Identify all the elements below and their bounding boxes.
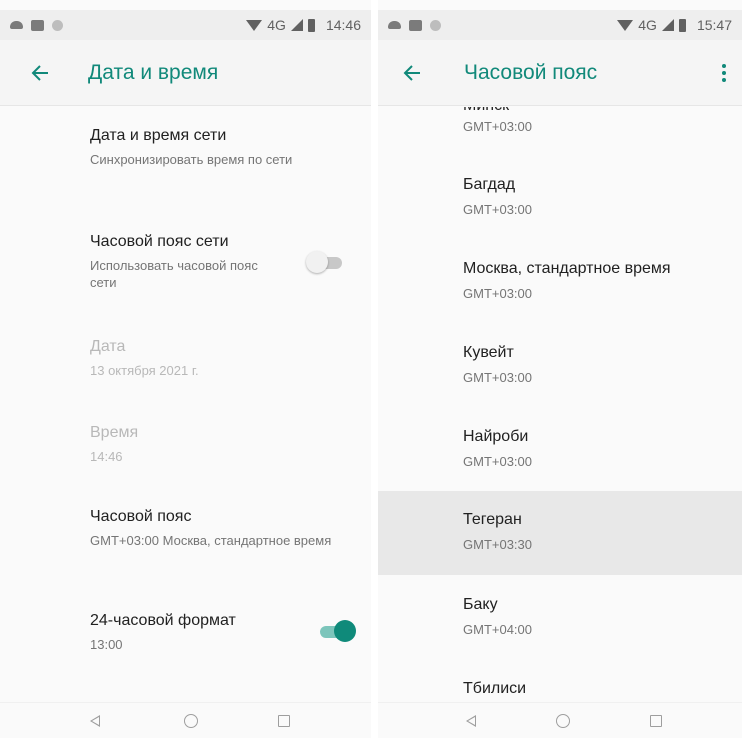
setting-date: Дата 13 октября 2021 г. [90, 338, 351, 379]
image-icon [31, 19, 44, 31]
signal-icon [661, 19, 674, 31]
network-timezone-switch[interactable] [306, 250, 346, 274]
battery-icon [307, 18, 315, 32]
arrow-left-icon [403, 64, 420, 81]
timezone-name: Баку [463, 596, 498, 613]
app-bar: Часовой пояс [378, 40, 742, 106]
timezone-offset: GMT+03:00 [463, 202, 533, 217]
nav-back-icon [466, 715, 476, 727]
image-icon [409, 19, 422, 31]
nav-recents-icon [278, 715, 290, 727]
setting-timezone[interactable]: Часовой пояс GMT+03:00 Москва, стандартн… [90, 508, 351, 549]
setting-title: Время [90, 424, 139, 441]
settings-list: Дата и время сети Синхронизировать время… [0, 107, 371, 702]
setting-summary: Использовать часовой пояс сети [90, 258, 258, 290]
people-icon [388, 21, 401, 29]
navigation-bar [378, 702, 742, 738]
timezone-name: Багдад [463, 176, 516, 193]
people-icon [10, 21, 23, 29]
switch-thumb [334, 620, 356, 642]
sync-icon [52, 19, 63, 31]
page-title: Дата и время [88, 60, 219, 84]
timezone-screen: 4G 15:47 Часовой пояс Минск GMT+03:00 Ба… [378, 0, 742, 738]
timezone-offset: GMT+03:00 [463, 286, 533, 301]
nav-back-button[interactable] [90, 711, 110, 731]
navigation-bar [0, 702, 371, 738]
setting-title: 24-часовой формат [90, 612, 236, 629]
battery-icon [678, 18, 686, 32]
status-bar: 4G 14:46 [0, 10, 371, 40]
arrow-left-icon [31, 64, 48, 81]
wifi-icon [617, 19, 634, 31]
setting-summary: 13:00 [90, 637, 123, 652]
timezone-list: Минск GMT+03:00 Багдад GMT+03:00 Москва,… [378, 107, 742, 702]
setting-summary: Синхронизировать время по сети [90, 152, 293, 167]
setting-title: Дата [90, 338, 126, 355]
timezone-offset: GMT+03:30 [463, 537, 533, 552]
nav-recents-button[interactable] [278, 711, 298, 731]
setting-24-hour-format[interactable]: 24-часовой формат 13:00 [90, 612, 351, 653]
timezone-name: Кувейт [463, 344, 514, 361]
timezone-item[interactable]: Москва, стандартное время GMT+03:00 [378, 249, 742, 333]
status-time: 15:47 [696, 17, 732, 33]
setting-summary: GMT+03:00 Москва, стандартное время [90, 533, 332, 548]
setting-title: Часовой пояс [90, 508, 192, 525]
nav-home-icon [556, 714, 570, 728]
nav-back-icon [90, 715, 100, 727]
setting-summary: 13 октября 2021 г. [90, 363, 199, 378]
timezone-name: Минск [463, 107, 509, 115]
timezone-name: Тегеран [463, 511, 522, 528]
timezone-name: Найроби [463, 428, 529, 445]
panel-divider [371, 0, 378, 738]
timezone-item[interactable]: Кувейт GMT+03:00 [378, 333, 742, 417]
back-button[interactable] [20, 53, 60, 93]
signal-icon [290, 19, 303, 31]
switch-thumb [306, 251, 328, 273]
nav-home-button[interactable] [184, 711, 204, 731]
status-bar: 4G 15:47 [378, 10, 742, 40]
timezone-item[interactable]: Багдад GMT+03:00 [378, 165, 742, 249]
timezone-offset: GMT+03:00 [463, 370, 533, 385]
nav-home-icon [184, 714, 198, 728]
nav-back-button[interactable] [466, 711, 486, 731]
status-time: 14:46 [325, 17, 361, 33]
24-hour-format-switch[interactable] [316, 619, 356, 643]
setting-title: Часовой пояс сети [90, 233, 229, 250]
setting-summary: 14:46 [90, 449, 123, 464]
timezone-name: Москва, стандартное время [463, 260, 671, 277]
sync-icon [430, 19, 441, 31]
timezone-item-selected[interactable]: Тегеран GMT+03:30 [378, 491, 742, 575]
setting-network-time[interactable]: Дата и время сети Синхронизировать время… [90, 127, 351, 168]
timezone-item[interactable]: Баку GMT+04:00 [378, 585, 742, 669]
timezone-offset: GMT+03:00 [463, 119, 533, 134]
nav-recents-icon [650, 715, 662, 727]
setting-time: Время 14:46 [90, 424, 351, 465]
network-type: 4G [638, 17, 657, 33]
date-time-screen: 4G 14:46 Дата и время Дата и время сети … [0, 0, 371, 738]
app-bar: Дата и время [0, 40, 371, 106]
timezone-item[interactable]: Тбилиси [378, 669, 742, 702]
setting-title: Дата и время сети [90, 127, 227, 144]
network-type: 4G [267, 17, 286, 33]
timezone-offset: GMT+04:00 [463, 622, 533, 637]
nav-recents-button[interactable] [650, 711, 670, 731]
timezone-offset: GMT+03:00 [463, 454, 533, 469]
page-title: Часовой пояс [464, 60, 598, 84]
timezone-item[interactable]: Найроби GMT+03:00 [378, 417, 742, 501]
back-button[interactable] [392, 53, 432, 93]
timezone-name: Тбилиси [463, 680, 527, 697]
wifi-icon [246, 19, 263, 31]
nav-home-button[interactable] [556, 711, 576, 731]
more-vert-icon[interactable] [714, 58, 734, 88]
